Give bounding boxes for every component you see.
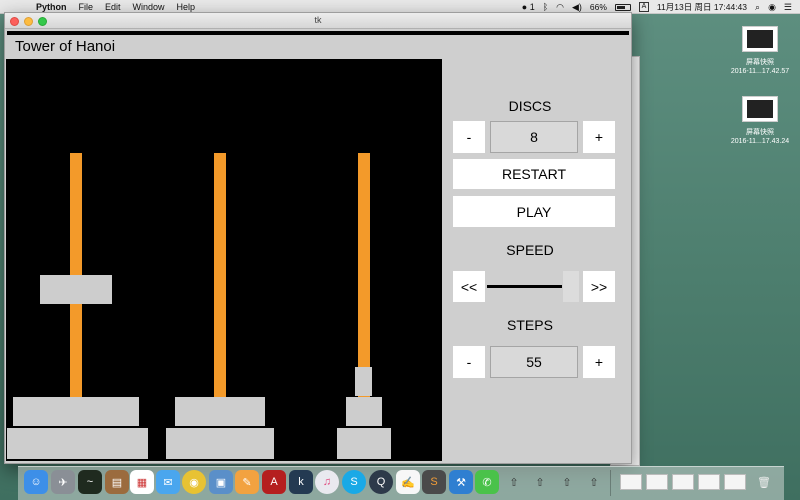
minimized-window-4[interactable] bbox=[698, 474, 720, 490]
discs-label: DISCS bbox=[508, 98, 552, 114]
peg-middle bbox=[214, 153, 226, 401]
desktop-icon-sub: 2016-11...17.42.57 bbox=[730, 68, 790, 75]
input-method-icon[interactable]: A bbox=[638, 2, 649, 12]
launchpad-icon[interactable]: ✈ bbox=[51, 470, 75, 494]
title-bar[interactable]: tk bbox=[5, 13, 631, 29]
desktop-screenshot-2[interactable]: 屏幕快照 2016-11...17.43.24 bbox=[720, 96, 800, 146]
hanoi-canvas[interactable] bbox=[6, 59, 442, 461]
minimized-window-3[interactable] bbox=[672, 474, 694, 490]
python-rocket-icon-3[interactable]: ⇧ bbox=[555, 470, 579, 494]
python-rocket-icon-1[interactable]: ⇧ bbox=[502, 470, 526, 494]
speed-label: SPEED bbox=[506, 242, 554, 258]
wechat-status-icon[interactable]: ● 1 bbox=[522, 2, 535, 12]
disc-right-middle[interactable] bbox=[346, 397, 382, 426]
list-icon[interactable]: ☰ bbox=[784, 2, 792, 13]
screenshot-thumbnail bbox=[742, 96, 778, 122]
restart-button[interactable]: RESTART bbox=[453, 159, 615, 189]
itunes-icon[interactable]: ♫ bbox=[315, 470, 339, 494]
disc-lifted[interactable] bbox=[40, 275, 112, 304]
messages-icon[interactable]: ✉ bbox=[156, 470, 180, 494]
menu-edit[interactable]: Edit bbox=[105, 2, 121, 12]
disc-middle-top[interactable] bbox=[175, 397, 265, 426]
siri-icon[interactable]: ◉ bbox=[768, 2, 776, 13]
menu-help[interactable]: Help bbox=[177, 2, 196, 12]
wechat-icon[interactable]: ✆ bbox=[475, 470, 499, 494]
minimized-window-5[interactable] bbox=[724, 474, 746, 490]
bluetooth-icon[interactable]: ᛒ bbox=[543, 2, 548, 12]
trash-icon[interactable]: 🗑 bbox=[752, 470, 776, 494]
speed-slider-thumb[interactable] bbox=[563, 271, 579, 302]
speed-slower-button[interactable]: << bbox=[453, 271, 485, 302]
menu-window[interactable]: Window bbox=[133, 2, 165, 12]
desktop-icon-name: 屏幕快照 bbox=[746, 129, 774, 136]
acrobat-icon[interactable]: A bbox=[262, 470, 286, 494]
disc-middle-bottom[interactable] bbox=[166, 428, 274, 459]
menu-file[interactable]: File bbox=[79, 2, 94, 12]
desktop-icon-sub: 2016-11...17.43.24 bbox=[730, 138, 790, 145]
menu-app-python[interactable]: Python bbox=[36, 2, 67, 12]
minimized-window-2[interactable] bbox=[646, 474, 668, 490]
python-rocket-icon-4[interactable]: ⇧ bbox=[582, 470, 606, 494]
app-title: Tower of Hanoi bbox=[15, 38, 116, 55]
python-rocket-icon-2[interactable]: ⇧ bbox=[528, 470, 552, 494]
tk-window: tk Tower of Hanoi bbox=[4, 12, 632, 464]
discs-minus-button[interactable]: - bbox=[453, 121, 485, 153]
search-icon[interactable]: ⌕ bbox=[755, 2, 760, 13]
finder-icon[interactable]: ☺ bbox=[24, 470, 48, 494]
dock-separator bbox=[610, 470, 611, 496]
textedit-icon[interactable]: ✍ bbox=[396, 470, 420, 494]
battery-icon[interactable] bbox=[614, 3, 631, 11]
discs-plus-button[interactable]: + bbox=[583, 121, 615, 153]
pages-icon[interactable]: ✎ bbox=[235, 470, 259, 494]
activity-monitor-icon[interactable]: ~ bbox=[78, 470, 102, 494]
wechat-count: 1 bbox=[529, 2, 535, 12]
steps-label: STEPS bbox=[507, 317, 553, 333]
disc-left-bottom[interactable] bbox=[7, 428, 148, 459]
kindle-icon[interactable]: k bbox=[289, 470, 313, 494]
play-button[interactable]: PLAY bbox=[453, 196, 615, 227]
speed-faster-button[interactable]: >> bbox=[583, 271, 615, 302]
peg-right bbox=[358, 153, 370, 401]
disc-right-bottom[interactable] bbox=[337, 428, 391, 459]
volume-icon[interactable]: ◀) bbox=[572, 2, 582, 13]
quicktime-icon[interactable]: Q bbox=[369, 470, 393, 494]
battery-percent: 66% bbox=[589, 2, 607, 12]
calendar-icon[interactable]: ▦ bbox=[130, 470, 154, 494]
preview-icon[interactable]: ▣ bbox=[209, 470, 233, 494]
screenshot-thumbnail bbox=[742, 26, 778, 52]
clock[interactable]: 11月13日 周日 17:44:43 bbox=[657, 1, 747, 13]
chrome-icon[interactable]: ◉ bbox=[182, 470, 206, 494]
disc-left-top[interactable] bbox=[13, 397, 139, 426]
desktop-icon-name: 屏幕快照 bbox=[746, 59, 774, 66]
disc-right-top[interactable] bbox=[355, 367, 372, 396]
wifi-icon[interactable]: ◠ bbox=[556, 2, 564, 13]
steps-plus-button[interactable]: + bbox=[583, 346, 615, 378]
divider bbox=[7, 31, 629, 35]
skype-icon[interactable]: S bbox=[342, 470, 366, 494]
window-title: tk bbox=[314, 15, 322, 25]
steps-value-field[interactable]: 55 bbox=[490, 346, 578, 378]
steps-minus-button[interactable]: - bbox=[453, 346, 485, 378]
sublime-icon[interactable]: S bbox=[422, 470, 446, 494]
speed-slider-track[interactable] bbox=[487, 285, 562, 288]
desktop-screenshot-1[interactable]: 屏幕快照 2016-11...17.42.57 bbox=[720, 26, 800, 76]
minimized-window-1[interactable] bbox=[620, 474, 642, 490]
discs-value-field[interactable]: 8 bbox=[490, 121, 578, 153]
xcode-icon[interactable]: ⚒ bbox=[449, 470, 473, 494]
notes-icon[interactable]: ▤ bbox=[105, 470, 129, 494]
